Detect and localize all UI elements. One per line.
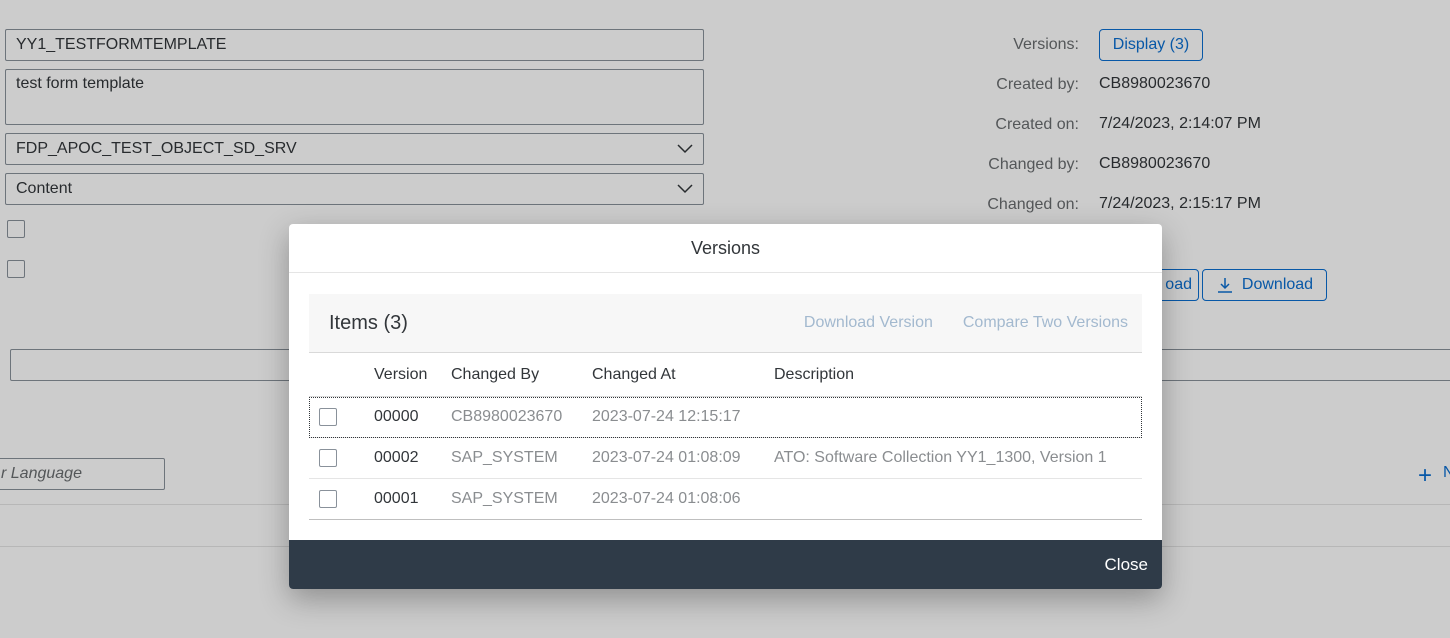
compare-versions-button[interactable]: Compare Two Versions [963, 314, 1128, 332]
column-header-changed-by: Changed By [451, 365, 540, 383]
versions-dialog: Versions Items (3) Download Version Comp… [289, 224, 1162, 589]
cell-changed-by: CB8980023670 [451, 408, 563, 425]
cell-changed-by: SAP_SYSTEM [451, 490, 558, 507]
cell-description: ATO: Software Collection YY1_1300, Versi… [774, 449, 1107, 466]
row-checkbox[interactable] [319, 490, 337, 508]
row-checkbox[interactable] [319, 449, 337, 467]
cell-changed-at: 2023-07-24 01:08:09 [592, 449, 741, 466]
cell-changed-at: 2023-07-24 12:15:17 [592, 408, 741, 425]
row-select-cell [309, 397, 374, 437]
table-row[interactable]: 00000 CB8980023670 2023-07-24 12:15:17 [309, 397, 1142, 438]
column-header-changed-at: Changed At [592, 365, 676, 383]
cell-changed-by: SAP_SYSTEM [451, 449, 558, 466]
row-checkbox[interactable] [319, 408, 337, 426]
column-header-description: Description [774, 365, 855, 383]
dialog-title: Versions [690, 237, 761, 258]
table-row[interactable]: 00001 SAP_SYSTEM 2023-07-24 01:08:06 [309, 479, 1142, 520]
table-header: Version Changed By Changed At Descriptio… [309, 353, 1142, 397]
dialog-header: Versions [289, 224, 1162, 273]
table-toolbar: Items (3) Download Version Compare Two V… [309, 294, 1142, 353]
row-select-cell [309, 438, 374, 478]
column-header-version: Version [374, 365, 428, 383]
versions-table: Items (3) Download Version Compare Two V… [309, 294, 1142, 520]
cell-version: 00000 [374, 408, 419, 425]
cell-changed-at: 2023-07-24 01:08:06 [592, 490, 741, 507]
items-title: Items (3) [329, 311, 408, 334]
select-column-header [309, 353, 374, 396]
table-row[interactable]: 00002 SAP_SYSTEM 2023-07-24 01:08:09 ATO… [309, 438, 1142, 479]
cell-version: 00002 [374, 449, 419, 466]
download-version-button[interactable]: Download Version [804, 314, 933, 332]
close-button[interactable]: Close [1105, 555, 1148, 575]
cell-version: 00001 [374, 490, 419, 507]
row-select-cell [309, 479, 374, 519]
dialog-footer: Close [289, 540, 1162, 589]
